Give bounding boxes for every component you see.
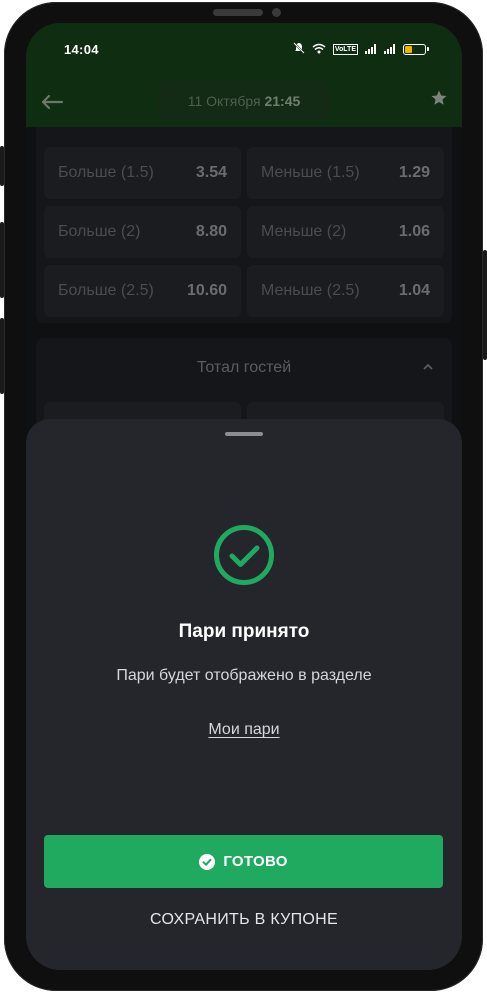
status-bar: 14:04 VoLTE [26,23,462,75]
status-time: 14:04 [64,41,99,57]
odd-label: Меньше (2.5) [261,282,360,299]
drag-handle[interactable] [225,432,263,436]
chevron-up-icon[interactable] [422,358,434,374]
side-button [0,146,4,186]
odd-value: 1.06 [398,223,430,240]
battery-icon [403,43,429,55]
my-bets-link[interactable]: Мои пари [208,721,279,738]
odd-cell[interactable]: Меньше (2) 1.06 [247,206,444,258]
odds-row: Больше (1.5) 3.54 Меньше (1.5) 1.29 [36,147,452,199]
odd-cell[interactable]: Больше (2.5) 10.60 [44,265,241,317]
odd-cell[interactable]: Больше (2) 8.80 [44,206,241,258]
done-button-label: ГОТОВО [223,853,288,870]
odd-cell[interactable]: Меньше (2.5) 1.04 [247,265,444,317]
battery-level [405,45,413,53]
wifi-icon [312,42,326,57]
check-circle-icon [214,525,274,585]
total-market: Больше (1.5) 3.54 Меньше (1.5) 1.29 Больше… [36,127,452,323]
odd-label: Меньше (2) [261,223,347,240]
odd-label: Больше (2) [58,223,141,240]
done-button[interactable]: ГОТОВО [44,835,443,888]
status-icons: VoLTE [293,41,429,57]
volte-badge: VoLTE [332,43,358,55]
arrow-left-icon[interactable] [40,88,68,114]
odd-cell[interactable]: Больше (1.5) 3.54 [44,147,241,199]
signal-icon [365,42,377,57]
sheet-description: Пари будет отображено в разделе [116,667,372,684]
market-title: Тотал гостей [196,359,292,376]
event-date: 11 Октября 21:45 [157,81,331,121]
sheet-title: Пари принято [178,621,310,642]
star-icon[interactable] [420,89,448,113]
event-date-time: 21:45 [264,93,301,109]
speaker [213,9,263,16]
odd-cell[interactable]: Меньше (1.5) 1.29 [247,147,444,199]
side-button [0,318,4,394]
front-camera [272,8,281,17]
side-button [0,222,4,298]
side-button [483,250,487,360]
my-bets-link-wrap: Мои пари [26,721,462,739]
event-date-day: 11 Октября [187,93,261,109]
signal-icon [384,42,396,57]
odds-row: Больше (2.5) 10.60 Меньше (2.5) 1.04 [36,265,452,317]
odd-value: 1.04 [398,282,430,299]
odd-value: 3.54 [195,164,227,181]
odd-label: Больше (1.5) [58,164,154,181]
odd-label: Меньше (1.5) [261,164,360,181]
bet-accepted-sheet: Пари принято Пари будет отображено в раз… [26,419,462,970]
odd-value: 8.80 [195,223,227,240]
odds-row: Больше (2) 8.80 Меньше (2) 1.06 [36,206,452,258]
odd-value: 10.60 [186,282,227,299]
app-bar: 11 Октября 21:45 [26,75,462,127]
screen: 14:04 VoLTE 11 Октября 21:45 Больше (1.5… [26,23,462,970]
save-to-coupon-button[interactable]: СОХРАНИТЬ В КУПОНЕ [26,911,462,929]
guest-total-header[interactable]: Тотал гостей [36,338,452,398]
odd-label: Больше (2.5) [58,282,154,299]
check-circle-icon [199,853,216,870]
odd-value: 1.29 [398,164,430,181]
mute-icon [293,41,305,57]
